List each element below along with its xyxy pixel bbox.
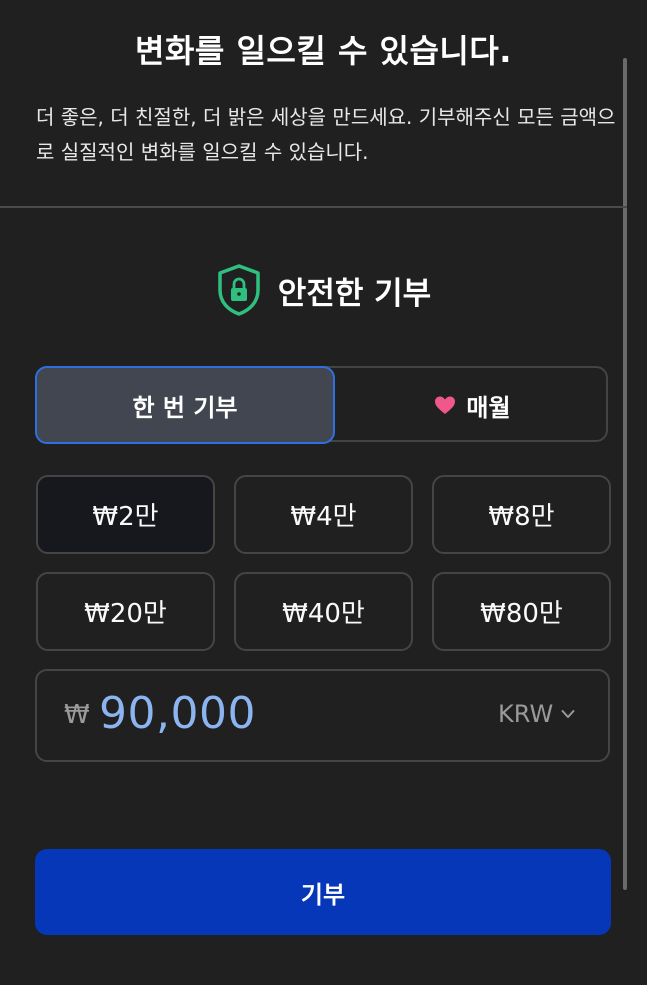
amount-option-40000[interactable]: ₩4만 xyxy=(234,475,413,554)
currency-select[interactable]: KRW xyxy=(498,700,575,728)
currency-symbol: ₩ xyxy=(64,700,90,730)
one-time-label: 한 번 기부 xyxy=(132,393,238,422)
secure-donation-header: 안전한 기부 xyxy=(0,262,647,318)
scrollbar[interactable] xyxy=(623,58,627,890)
amount-option-20000[interactable]: ₩2만 xyxy=(36,475,215,554)
chevron-down-icon xyxy=(561,710,575,718)
secure-donation-label: 안전한 기부 xyxy=(277,275,432,312)
page-description: 더 좋은, 더 친절한, 더 밝은 세상을 만드세요. 기부해주신 모든 금액으… xyxy=(36,105,616,164)
shield-lock-icon xyxy=(218,264,260,316)
page-title: 변화를 일으킬 수 있습니다. xyxy=(135,32,512,70)
amount-option-80000[interactable]: ₩8만 xyxy=(432,475,611,554)
amount-option-400000[interactable]: ₩40만 xyxy=(234,572,413,651)
heart-icon xyxy=(435,396,456,414)
one-time-donation-tab[interactable]: 한 번 기부 xyxy=(35,366,335,444)
donate-button[interactable]: 기부 xyxy=(35,849,611,935)
amount-option-800000[interactable]: ₩80만 xyxy=(432,572,611,651)
currency-code: KRW xyxy=(498,700,554,728)
amount-option-200000[interactable]: ₩20만 xyxy=(36,572,215,651)
monthly-label: 매월 xyxy=(466,393,511,422)
section-divider xyxy=(0,206,627,208)
custom-amount-value[interactable]: 90,000 xyxy=(99,688,256,739)
monthly-donation-tab[interactable]: 매월 xyxy=(335,366,610,444)
